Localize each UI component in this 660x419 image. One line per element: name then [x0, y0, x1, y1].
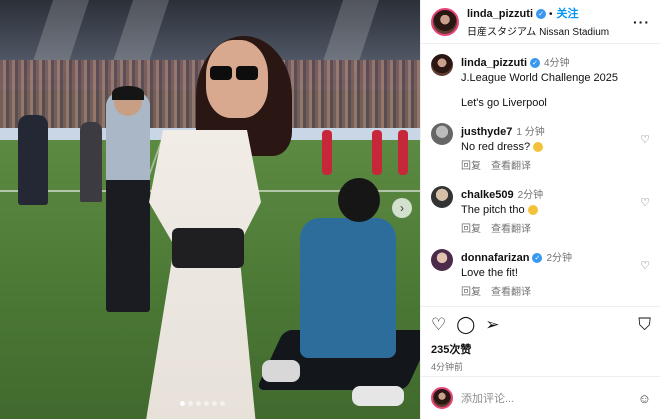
like-comment-heart-icon[interactable]: ♡: [640, 259, 650, 272]
commenter-username[interactable]: chalke509: [461, 189, 514, 201]
comment-item: justhyde7 1 分钟 No red dress? 回复 查看翻译 ♡: [431, 123, 650, 172]
post-photo[interactable]: ›: [0, 0, 420, 419]
woman-belt: [172, 228, 244, 268]
comment-text: Love the fit!: [461, 267, 518, 279]
commenter-username[interactable]: donnafarizan: [461, 252, 529, 264]
separator-dot: •: [549, 9, 553, 20]
chevron-right-icon: ›: [400, 201, 404, 215]
emoji-icon: [527, 205, 538, 216]
author-avatar[interactable]: [431, 54, 453, 76]
comment-input[interactable]: 添加评论...: [461, 390, 514, 406]
follow-button[interactable]: 关注: [557, 8, 579, 20]
like-comment-heart-icon[interactable]: ♡: [640, 133, 650, 146]
share-icon[interactable]: ➢: [485, 315, 499, 335]
background-person: [18, 115, 48, 205]
translate-button[interactable]: 查看翻译: [491, 224, 531, 235]
caption-time: 4分钟: [544, 58, 570, 69]
comment-item: donnafarizan ✓ 2分钟 Love the fit! 回复 查看翻译 ♡: [431, 249, 650, 298]
caption: linda_pizzuti ✓ 4分钟 J.League World Challen…: [431, 54, 650, 85]
carousel-dot: [220, 401, 225, 406]
comment-icon[interactable]: ◯: [456, 315, 475, 335]
photographer-head: [338, 178, 380, 222]
comment-time: 2分钟: [546, 253, 573, 264]
emoji-picker-icon[interactable]: ☺: [638, 391, 651, 406]
carousel-dot: [212, 401, 217, 406]
bookmark-icon[interactable]: ⛉: [638, 315, 651, 335]
background-player: [398, 130, 408, 175]
background-player: [372, 130, 382, 175]
shoe: [352, 386, 404, 406]
author-avatar[interactable]: [431, 7, 459, 36]
post-sidebar: linda_pizzuti ✓ • 关注 日産スタジアム Nissan Stadium…: [420, 0, 660, 419]
comment-item: chalke509 2分钟 The pitch tho 回复 查看翻译 ♡: [431, 186, 650, 235]
verified-badge-icon: ✓: [532, 252, 543, 263]
caption-username[interactable]: linda_pizzuti: [461, 57, 527, 69]
reply-button[interactable]: 回复: [461, 224, 481, 235]
like-comment-heart-icon[interactable]: ♡: [640, 196, 650, 209]
commenter-avatar[interactable]: [431, 249, 453, 271]
likes-count[interactable]: 235次赞: [431, 341, 651, 357]
comment-text: The pitch tho: [461, 204, 525, 216]
translate-button[interactable]: 查看翻译: [491, 161, 531, 172]
sunglasses: [210, 66, 262, 82]
next-image-button[interactable]: ›: [392, 198, 412, 218]
carousel-dot: [196, 401, 201, 406]
translate-button[interactable]: 查看翻译: [491, 287, 531, 298]
heart-icon[interactable]: ♡: [431, 315, 446, 335]
post-time: 4分钟前: [431, 362, 464, 372]
comment-text: No red dress?: [461, 141, 531, 153]
reply-button[interactable]: 回复: [461, 287, 481, 298]
viewer-avatar: [431, 387, 453, 409]
verified-badge-icon: ✓: [536, 8, 546, 19]
official-hair: [112, 86, 144, 100]
comment-time: 2分钟: [517, 190, 544, 201]
carousel-dots: [180, 401, 225, 406]
commenter-avatar[interactable]: [431, 186, 453, 208]
official-figure: [106, 92, 150, 312]
post-actions-bar: ♡ ◯ ➢ ⛉ 235次赞 4分钟前: [421, 306, 660, 381]
comment-time: 1 分钟: [516, 127, 545, 138]
photographer-figure: [300, 218, 396, 358]
more-dots-icon[interactable]: ···: [633, 14, 650, 30]
post-header: linda_pizzuti ✓ • 关注 日産スタジアム Nissan Stadium…: [421, 0, 660, 44]
carousel-dot: [180, 401, 185, 406]
comments-area: linda_pizzuti ✓ 4分钟 J.League World Challen…: [421, 44, 660, 304]
caption-text-line1: J.League World Challenge 2025: [461, 72, 618, 84]
comment-composer: 添加评论... ☺: [421, 376, 660, 419]
background-person: [80, 122, 102, 202]
commenter-username[interactable]: justhyde7: [461, 126, 512, 138]
background-player: [322, 130, 332, 175]
emoji-icon: [533, 142, 544, 153]
author-username[interactable]: linda_pizzuti: [467, 8, 533, 20]
carousel-dot: [204, 401, 209, 406]
location-link[interactable]: 日産スタジアム Nissan Stadium: [467, 23, 609, 38]
carousel-dot: [188, 401, 193, 406]
reply-button[interactable]: 回复: [461, 161, 481, 172]
shoe: [262, 360, 300, 382]
post-modal: › linda_pizzuti ✓ • 关注 日産スタジアム Nissan Stadi…: [0, 0, 660, 419]
caption-text-line2: Let's go Liverpool: [461, 97, 547, 109]
commenter-avatar[interactable]: [431, 123, 453, 145]
verified-badge-icon: ✓: [530, 57, 540, 68]
